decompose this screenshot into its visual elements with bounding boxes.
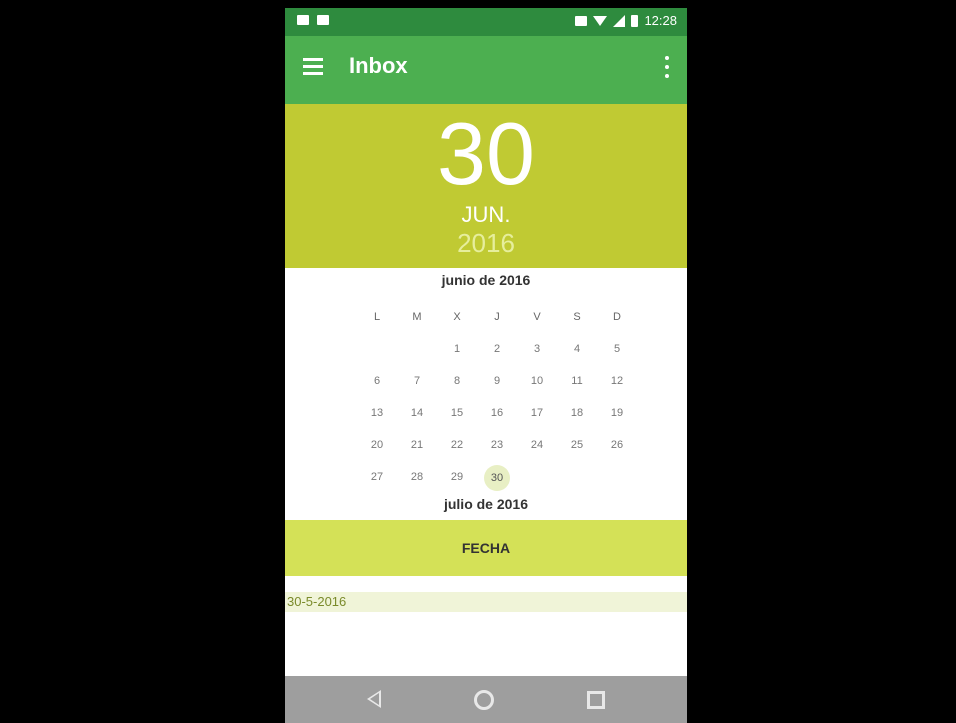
day-cell[interactable]: 13: [357, 401, 397, 433]
date-value-field[interactable]: 30-5-2016: [285, 592, 687, 612]
empty-cell: [397, 337, 437, 369]
day-cell[interactable]: 26: [597, 433, 637, 465]
signal-icon: [613, 14, 626, 27]
app-title: Inbox: [349, 53, 408, 78]
day-cell[interactable]: 3: [517, 337, 557, 369]
hamburger-menu-icon[interactable]: [303, 58, 323, 75]
selected-month[interactable]: JUN.: [285, 202, 687, 228]
day-cell[interactable]: 29: [437, 465, 477, 497]
weekday-label: L: [373, 311, 381, 323]
status-bar: 12:28: [285, 8, 687, 36]
calendar-week: 27 28 29 30: [357, 465, 637, 497]
empty-cell: [557, 465, 597, 497]
day-cell[interactable]: 22: [437, 433, 477, 465]
calendar-week: 6 7 8 9 10 11 12: [357, 369, 637, 401]
day-cell[interactable]: 15: [437, 401, 477, 433]
day-cell[interactable]: 17: [517, 401, 557, 433]
day-cell[interactable]: 16: [477, 401, 517, 433]
calendar-week: 13 14 15 16 17 18 19: [357, 401, 637, 433]
calendar-week: 1 2 3 4 5: [357, 337, 637, 369]
day-cell[interactable]: 21: [397, 433, 437, 465]
day-cell[interactable]: 7: [397, 369, 437, 401]
weekday-label: S: [573, 311, 581, 323]
message-notification-icon: [317, 15, 329, 25]
day-cell[interactable]: 1: [437, 337, 477, 369]
recents-icon[interactable]: [587, 691, 605, 709]
date-picker-header: 30 JUN. 2016: [285, 104, 687, 268]
empty-cell: [517, 465, 557, 497]
day-cell[interactable]: 25: [557, 433, 597, 465]
selected-year[interactable]: 2016: [285, 228, 687, 259]
weekday-label: M: [412, 311, 422, 323]
month-title-current: junio de 2016: [441, 272, 531, 288]
wifi-icon: [593, 15, 608, 26]
day-cell[interactable]: 20: [357, 433, 397, 465]
weekday-header-row: L M X J V S D: [357, 305, 637, 337]
weekday-label: J: [494, 311, 500, 323]
day-cell[interactable]: 2: [477, 337, 517, 369]
weekday-label: X: [453, 311, 461, 323]
day-cell[interactable]: 14: [397, 401, 437, 433]
day-cell[interactable]: 5: [597, 337, 637, 369]
back-icon[interactable]: [367, 690, 381, 708]
navigation-bar: [285, 676, 687, 723]
day-cell[interactable]: 23: [477, 433, 517, 465]
overflow-menu-icon[interactable]: [663, 56, 671, 78]
day-cell[interactable]: 12: [597, 369, 637, 401]
home-icon[interactable]: [474, 690, 494, 710]
day-cell[interactable]: 19: [597, 401, 637, 433]
empty-cell: [357, 337, 397, 369]
weekday-label: D: [613, 311, 621, 323]
day-cell[interactable]: 4: [557, 337, 597, 369]
day-cell[interactable]: 11: [557, 369, 597, 401]
day-cell[interactable]: 28: [397, 465, 437, 497]
day-cell[interactable]: 10: [517, 369, 557, 401]
fecha-button[interactable]: FECHA: [285, 520, 687, 576]
app-bar: Inbox: [285, 36, 687, 104]
day-cell[interactable]: 24: [517, 433, 557, 465]
battery-icon: [631, 14, 639, 27]
selected-day-label: 30: [484, 465, 510, 491]
day-cell[interactable]: 9: [477, 369, 517, 401]
selected-day[interactable]: 30: [285, 104, 687, 204]
empty-cell: [597, 465, 637, 497]
status-time: 12:28: [644, 13, 677, 28]
nfc-icon: [575, 15, 588, 26]
weekday-label: V: [533, 311, 541, 323]
day-cell[interactable]: 8: [437, 369, 477, 401]
day-cell[interactable]: 6: [357, 369, 397, 401]
calendar-week: 20 21 22 23 24 25 26: [357, 433, 637, 465]
video-notification-icon: [297, 15, 309, 25]
day-cell[interactable]: 27: [357, 465, 397, 497]
month-title-next: julio de 2016: [443, 496, 529, 512]
day-cell[interactable]: 18: [557, 401, 597, 433]
phone-screen: 12:28 Inbox 30 JUN. 2016 junio de 2016 L…: [285, 8, 687, 723]
calendar-grid: L M X J V S D 1 2 3 4 5 6 7 8 9 10 11 12…: [357, 305, 637, 497]
selected-day-cell[interactable]: 30: [477, 465, 517, 497]
